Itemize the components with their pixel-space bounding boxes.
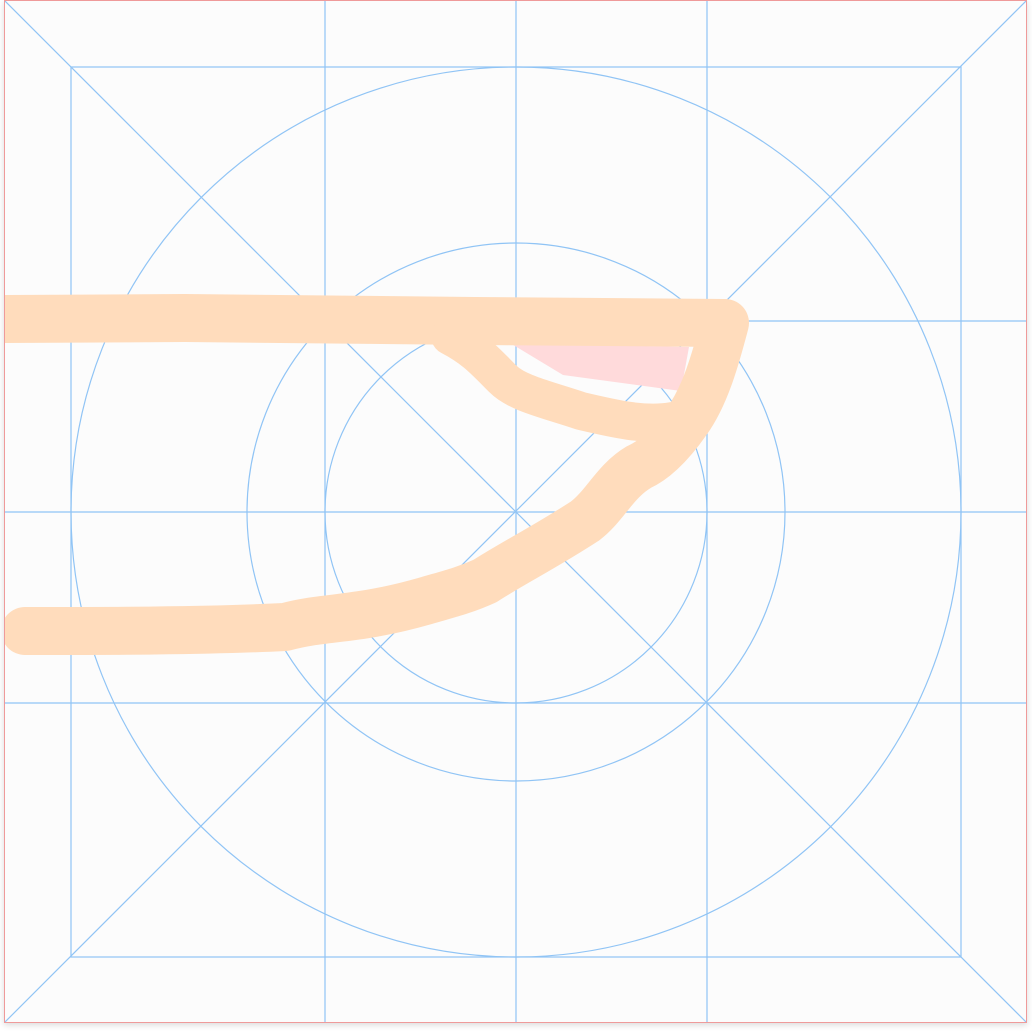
freehand-stroke-icon (5, 294, 749, 655)
drawing-canvas[interactable] (4, 0, 1027, 1023)
guide-lines (5, 1, 1026, 1022)
keyline-grid-icon (5, 1, 1026, 1022)
